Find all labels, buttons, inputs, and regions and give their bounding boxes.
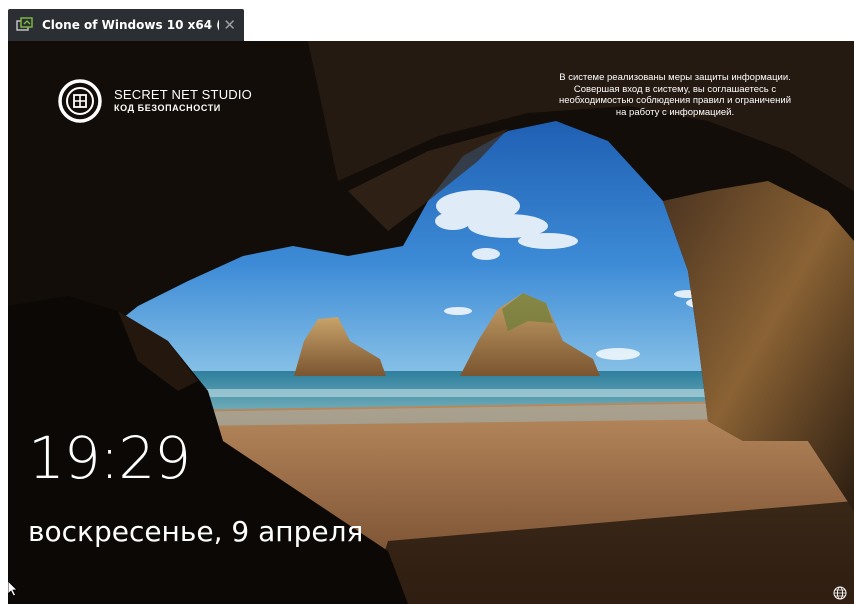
- secret-net-logo-icon: [58, 79, 102, 123]
- close-icon[interactable]: ✕: [223, 17, 236, 33]
- globe-icon[interactable]: [833, 586, 847, 600]
- vm-icon: [16, 16, 36, 34]
- notice-line: В системе реализованы меры защиты информ…: [559, 72, 791, 83]
- lock-screen[interactable]: SECRET NET STUDIO КОД БЕЗОПАСНОСТИ В сис…: [8, 41, 854, 604]
- notice-line: Совершая вход в систему, вы соглашаетесь…: [573, 83, 777, 95]
- lock-screen-clock: 19:29: [28, 424, 191, 492]
- vm-tab[interactable]: Clone of Windows 10 x64 (... ✕: [8, 9, 244, 41]
- mouse-cursor-icon: [8, 581, 18, 597]
- notice-line: необходимостью соблюдения правил и огран…: [558, 95, 792, 107]
- security-notice: В системе реализованы меры защиты информ…: [516, 72, 834, 118]
- secret-net-brand: SECRET NET STUDIO КОД БЕЗОПАСНОСТИ: [56, 77, 252, 125]
- lock-screen-date: воскресенье, 9 апреля: [28, 515, 364, 548]
- brand-name: SECRET NET STUDIO: [114, 87, 252, 102]
- vm-tab-title: Clone of Windows 10 x64 (...: [42, 18, 220, 32]
- notice-line: на работу с информацией.: [615, 106, 735, 118]
- brand-subtitle: КОД БЕЗОПАСНОСТИ: [114, 103, 221, 113]
- vm-tab-bar: Clone of Windows 10 x64 (... ✕: [0, 0, 854, 42]
